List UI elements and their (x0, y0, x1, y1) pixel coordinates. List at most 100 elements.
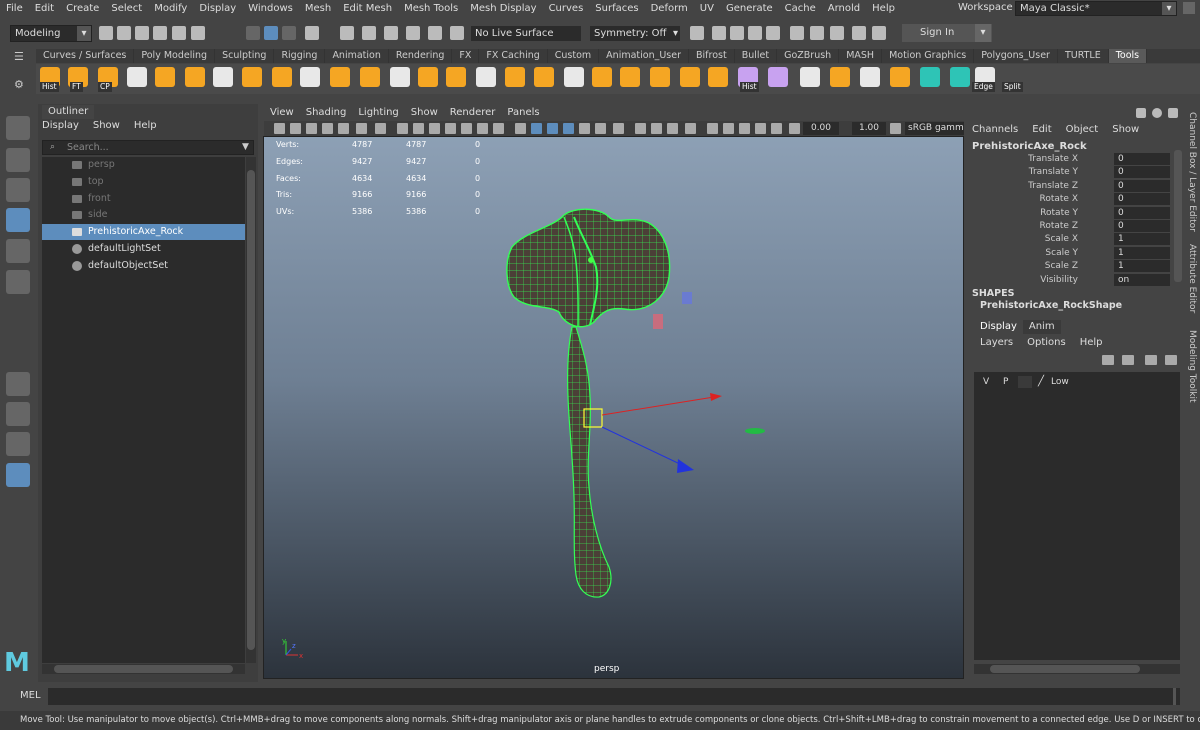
single-perspective-layout-icon[interactable] (6, 372, 30, 396)
manipulator-plane-handle[interactable] (682, 292, 692, 304)
snap-grid-icon[interactable] (340, 26, 354, 40)
menu-mesh[interactable]: Mesh (299, 3, 337, 14)
rotate-tool-icon[interactable] (6, 239, 30, 263)
perspective-viewport[interactable]: y x z (264, 137, 963, 678)
command-input[interactable] (48, 688, 1180, 705)
select-tool-icon[interactable] (6, 116, 30, 140)
manipulator-x-arrow[interactable] (710, 393, 722, 401)
viewport-tool-icon[interactable] (477, 123, 488, 134)
channel-label[interactable]: Translate Y (1029, 166, 1078, 179)
channel-value-field[interactable]: 0 (1114, 179, 1170, 192)
outliner-item[interactable]: persp (42, 157, 245, 173)
channel-row[interactable]: Scale Z 1 (972, 260, 1172, 273)
viewport-menu-lighting[interactable]: Lighting (352, 106, 404, 120)
viewport-tool-icon[interactable] (707, 123, 718, 134)
layer-name[interactable]: Low (1051, 377, 1069, 387)
channel-box-menu-channels[interactable]: Channels (972, 124, 1018, 135)
move-layer-down-icon[interactable] (1122, 355, 1134, 365)
outliner-menu-display[interactable]: Display (42, 120, 79, 131)
channel-box-left-arrow-icon[interactable] (1136, 108, 1146, 118)
channel-label[interactable]: Rotate Y (1040, 207, 1078, 220)
outliner-vertical-scroll-thumb[interactable] (247, 170, 255, 650)
shelf-tab-fx[interactable]: FX (452, 49, 480, 63)
viewport-tool-icon[interactable] (547, 123, 558, 134)
menu-mesh-display[interactable]: Mesh Display (464, 3, 542, 14)
channel-value-field[interactable]: 0 (1114, 206, 1170, 219)
shelf-tool-icon[interactable] (390, 67, 410, 87)
ipr-render-icon[interactable] (730, 26, 744, 40)
side-by-side-layout-icon[interactable] (6, 432, 30, 456)
shelf-tool-icon[interactable] (476, 67, 496, 87)
viewport-tool-icon[interactable] (413, 123, 424, 134)
viewport-tool-icon[interactable] (739, 123, 750, 134)
viewport-tool-icon[interactable] (397, 123, 408, 134)
view-transform-select[interactable]: sRGB gamma (905, 122, 964, 135)
save-as-icon[interactable] (153, 26, 167, 40)
menu-edit-mesh[interactable]: Edit Mesh (337, 3, 398, 14)
shelf-tool-icon[interactable] (620, 67, 640, 87)
exposure-field[interactable]: 0.00 (803, 122, 839, 135)
channel-box-object-name[interactable]: PrehistoricAxe_Rock (972, 141, 1087, 152)
shelf-tool-icon[interactable] (185, 67, 205, 87)
snap-view-plane-icon[interactable] (428, 26, 442, 40)
gamma-field[interactable]: 1.00 (852, 122, 886, 135)
viewport-tool-icon[interactable] (306, 123, 317, 134)
shelf-tool-icon[interactable] (213, 67, 233, 87)
viewport-tool-icon[interactable] (445, 123, 456, 134)
shelf-tool-icon[interactable] (830, 67, 850, 87)
viewport-tool-icon[interactable] (579, 123, 590, 134)
shelf-tab-motion-graphics[interactable]: Motion Graphics (882, 49, 975, 63)
viewport-tool-icon[interactable] (667, 123, 678, 134)
snap-curve-icon[interactable] (362, 26, 376, 40)
shelf-tab-bullet[interactable]: Bullet (735, 49, 778, 63)
command-language-toggle[interactable]: MEL (20, 690, 41, 701)
viewport-tool-icon[interactable] (375, 123, 386, 134)
channel-value-field[interactable]: 0 (1114, 153, 1170, 165)
viewport-tool-icon[interactable] (651, 123, 662, 134)
shelf-gear-icon[interactable]: ⚙ (14, 78, 24, 91)
paint-select-tool-icon[interactable] (6, 178, 30, 202)
channel-label[interactable]: Scale X (1045, 233, 1078, 246)
arnold-render-icon[interactable] (790, 26, 804, 40)
channel-box-menu-show[interactable]: Show (1112, 124, 1139, 135)
outliner-menu-help[interactable]: Help (134, 120, 157, 131)
manipulator-x-axis[interactable] (601, 396, 715, 416)
chevron-down-icon[interactable]: ▾ (975, 24, 991, 42)
make-live-icon[interactable] (450, 26, 464, 40)
new-scene-icon[interactable] (99, 26, 113, 40)
viewport-tool-icon[interactable] (322, 123, 333, 134)
menu-set-select[interactable]: Modeling (10, 25, 92, 42)
shelf-tool-icon[interactable] (505, 67, 525, 87)
hypershade-icon[interactable] (766, 26, 780, 40)
shelf-tool-icon[interactable] (418, 67, 438, 87)
channel-label[interactable]: Translate Z (1028, 180, 1078, 193)
menu-curves[interactable]: Curves (543, 3, 590, 14)
viewport-tool-icon[interactable] (613, 123, 624, 134)
shelf-tab-animation-user[interactable]: Animation_User (599, 49, 690, 63)
shelf-tab-rigging[interactable]: Rigging (274, 49, 326, 63)
shelf-tool-icon[interactable] (650, 67, 670, 87)
menu-arnold[interactable]: Arnold (822, 3, 866, 14)
select-component-icon[interactable] (282, 26, 296, 40)
channel-value-field[interactable]: 1 (1114, 260, 1170, 273)
channel-row[interactable]: Rotate Z 0 (972, 220, 1172, 233)
menu-uv[interactable]: UV (694, 3, 720, 14)
render-frame-icon[interactable] (712, 26, 726, 40)
channel-box-menu-edit[interactable]: Edit (1032, 124, 1051, 135)
shelf-tool-icon[interactable] (860, 67, 880, 87)
shelf-tool-icon[interactable] (242, 67, 262, 87)
new-layer-from-selected-icon[interactable] (1165, 355, 1177, 365)
shelf-tool-icon[interactable] (920, 67, 940, 87)
outliner-item[interactable]: top (42, 174, 245, 190)
open-scene-icon[interactable] (117, 26, 131, 40)
select-hierarchy-icon[interactable] (246, 26, 260, 40)
symmetry-select[interactable]: Symmetry: Off (590, 26, 680, 41)
shelf-tool-icon[interactable] (127, 67, 147, 87)
new-layer-icon[interactable] (1145, 355, 1157, 365)
shelf-tab-curves-surfaces[interactable]: Curves / Surfaces (36, 49, 135, 63)
viewport-tool-icon[interactable] (595, 123, 606, 134)
shelf-tab-custom[interactable]: Custom (548, 49, 600, 63)
viewport-tool-icon[interactable] (461, 123, 472, 134)
shelf-tab-turtle[interactable]: TURTLE (1058, 49, 1109, 63)
shelf-tool-icon[interactable] (330, 67, 350, 87)
